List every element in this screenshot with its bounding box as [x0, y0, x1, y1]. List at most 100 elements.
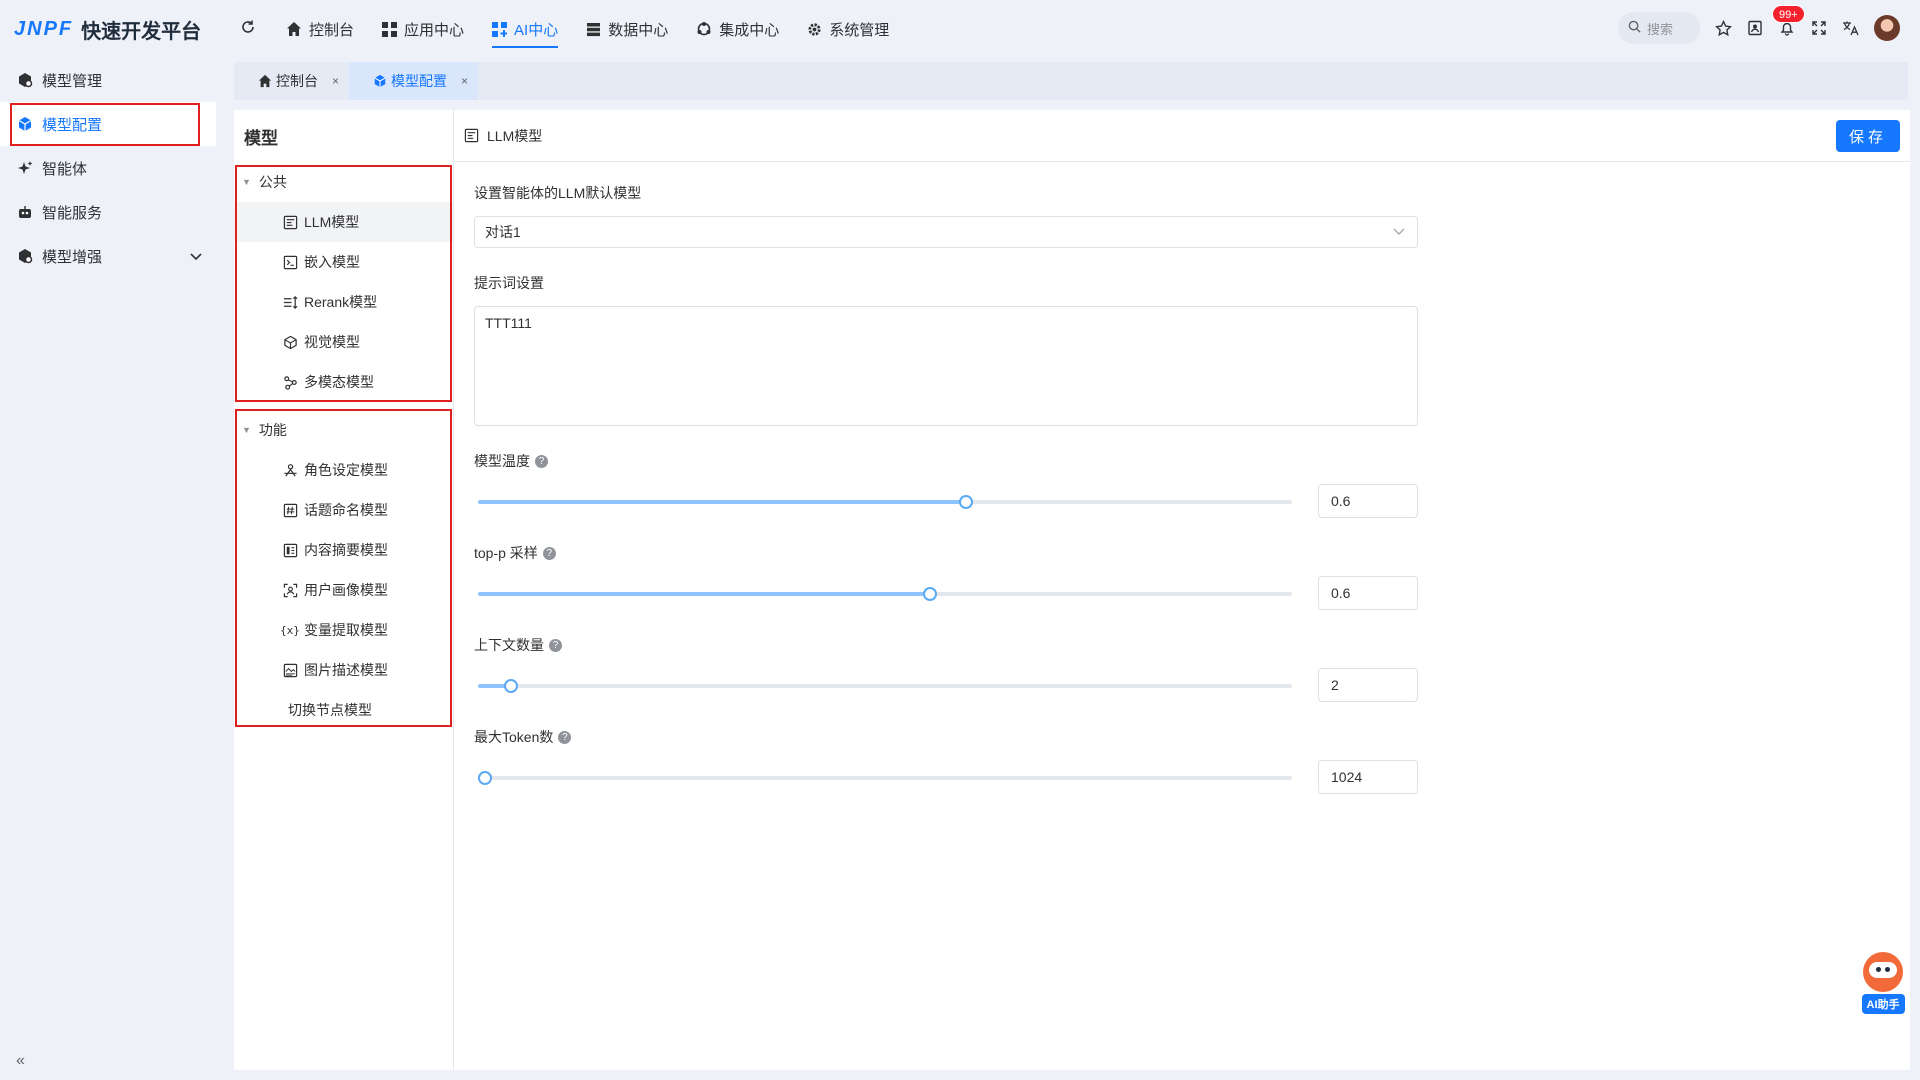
slider-top-p: top-p 采样? 0.6: [474, 542, 1418, 610]
sparkle-icon: [16, 159, 34, 177]
slider-handle[interactable]: [503, 679, 518, 693]
sidebar-item-model-enhance[interactable]: 模型增强: [0, 234, 226, 278]
ai-assistant-button[interactable]: AI助手: [1856, 952, 1910, 1014]
nodes-icon: [282, 374, 298, 390]
help-icon[interactable]: ?: [549, 638, 562, 652]
slider-handle[interactable]: [959, 495, 974, 509]
database-icon: [586, 22, 601, 37]
panel-title: 模型: [244, 128, 278, 148]
sidebar-item-label: 模型配置: [42, 116, 103, 134]
nav-system-management[interactable]: 系统管理: [793, 0, 903, 58]
slider-handle[interactable]: [922, 587, 937, 601]
top-right-tools: 搜索 99+: [1618, 5, 1900, 44]
tree-item-label: 变量提取模型: [304, 622, 388, 638]
robot-mascot-icon: [1863, 952, 1903, 992]
tree-item-variable-extract-model[interactable]: {x} 变量提取模型: [234, 610, 453, 650]
tab-console[interactable]: 控制台 ×: [234, 62, 349, 100]
slider-temperature: 模型温度? 0.6: [474, 450, 1418, 518]
close-icon[interactable]: ×: [332, 74, 339, 88]
tree-item-label: 视觉模型: [304, 334, 360, 350]
nav-integration-center[interactable]: 集成中心: [682, 0, 793, 58]
slider-label: 上下文数量: [474, 637, 544, 653]
slider-track[interactable]: [478, 495, 1292, 509]
slider-track[interactable]: [478, 771, 1292, 785]
tree-item-label: 切换节点模型: [288, 702, 372, 718]
save-button[interactable]: 保存: [1836, 120, 1900, 152]
user-avatar[interactable]: [1874, 15, 1900, 41]
tree-group-public[interactable]: ▼ 公共: [234, 162, 453, 202]
tree-item-multimodal-model[interactable]: 多模态模型: [234, 362, 453, 402]
slider-label: 最大Token数: [474, 729, 554, 745]
nav-console[interactable]: 控制台: [272, 0, 368, 58]
nav-label: 系统管理: [829, 21, 890, 39]
contact-card-icon[interactable]: [1746, 19, 1764, 37]
tree-item-role-model[interactable]: 角色设定模型: [234, 450, 453, 490]
top-p-input[interactable]: 0.6: [1318, 576, 1418, 610]
refresh-icon[interactable]: [226, 19, 272, 40]
collapse-sidebar-icon[interactable]: «: [16, 1052, 25, 1070]
fullscreen-icon[interactable]: [1810, 19, 1828, 37]
home-icon: [286, 21, 302, 37]
sidebar-item-ai-service[interactable]: 智能服务: [0, 190, 226, 234]
max-tokens-input[interactable]: 1024: [1318, 760, 1418, 794]
nav-data-center[interactable]: 数据中心: [572, 0, 682, 58]
tree-item-image-caption-model[interactable]: 图片描述模型: [234, 650, 453, 690]
sidebar-item-model-config[interactable]: 模型配置: [0, 102, 216, 146]
tab-label: 控制台: [276, 73, 318, 89]
sidebar-item-label: 模型管理: [42, 72, 103, 90]
translate-icon[interactable]: [1842, 19, 1860, 37]
prompt-textarea[interactable]: TTT111: [474, 306, 1418, 426]
context-count-input[interactable]: 2: [1318, 668, 1418, 702]
star-icon[interactable]: [1714, 19, 1732, 37]
bell-icon[interactable]: 99+: [1772, 5, 1805, 37]
tab-model-config[interactable]: 模型配置 ×: [349, 62, 479, 100]
tree-item-switch-node-model[interactable]: 切换节点模型: [234, 690, 453, 730]
sidebar-item-agent[interactable]: 智能体: [0, 146, 226, 190]
prompt-label: 提示词设置: [474, 275, 544, 291]
sidebar-item-model-management[interactable]: 模型管理: [0, 58, 226, 102]
default-model-label: 设置智能体的LLM默认模型: [474, 185, 642, 201]
tree-item-label: LLM模型: [304, 214, 360, 230]
tree-item-rerank-model[interactable]: Rerank模型: [234, 282, 453, 322]
slider-handle[interactable]: [478, 771, 492, 785]
tree-item-summary-model[interactable]: 内容摘要模型: [234, 530, 453, 570]
nav-label: 数据中心: [608, 21, 669, 39]
close-icon[interactable]: ×: [461, 74, 468, 88]
page-tabs: 控制台 × 模型配置 ×: [234, 62, 1908, 100]
top-nav: 控制台 应用中心 AI中心 数据中心 集成中心 系统管理 搜索 99+: [226, 0, 1920, 58]
tree-item-user-profile-model[interactable]: 用户画像模型: [234, 570, 453, 610]
slider-track[interactable]: [478, 679, 1292, 693]
sidebar-item-label: 模型增强: [42, 248, 103, 266]
terminal-icon: [282, 254, 298, 270]
tree-group-function[interactable]: ▼ 功能: [234, 410, 453, 450]
app-logo[interactable]: JNPF 快速开发平台: [0, 0, 226, 58]
chevron-down-icon: [190, 248, 202, 265]
cube-gear-icon: [16, 247, 34, 265]
config-panel: LLM模型 保存 设置智能体的LLM默认模型 对话1 提示词设置 TTT111 …: [454, 110, 1910, 1070]
help-icon[interactable]: ?: [542, 546, 556, 560]
nav-ai-center[interactable]: AI中心: [478, 0, 572, 58]
global-search[interactable]: 搜索: [1618, 12, 1700, 44]
help-icon[interactable]: ?: [558, 730, 572, 744]
select-value: 对话1: [485, 224, 521, 240]
temperature-slider-row: 0.6: [474, 484, 1418, 518]
config-title: LLM模型: [487, 127, 543, 144]
help-icon[interactable]: ?: [535, 454, 548, 468]
tree-item-label: 图片描述模型: [304, 662, 388, 678]
summary-icon: [282, 542, 298, 558]
temperature-input[interactable]: 0.6: [1318, 484, 1418, 518]
tree-item-vision-model[interactable]: 视觉模型: [234, 322, 453, 362]
slider-track[interactable]: [478, 587, 1292, 601]
slider-max-tokens: 最大Token数? 1024: [474, 726, 1418, 794]
tree-item-topic-naming-model[interactable]: 话题命名模型: [234, 490, 453, 530]
tree-item-embedding-model[interactable]: 嵌入模型: [234, 242, 453, 282]
app-title: 快速开发平台: [81, 20, 202, 43]
default-model-select[interactable]: 对话1: [474, 216, 1418, 248]
ai-assistant-label: AI助手: [1861, 994, 1905, 1014]
document-list-icon: [464, 128, 479, 143]
caret-down-icon: ▼: [242, 425, 251, 435]
notification-badge: 99+: [1772, 5, 1805, 23]
tree-item-llm-model[interactable]: LLM模型: [234, 202, 453, 242]
nav-app-center[interactable]: 应用中心: [368, 0, 478, 58]
face-scan-icon: [282, 582, 298, 598]
